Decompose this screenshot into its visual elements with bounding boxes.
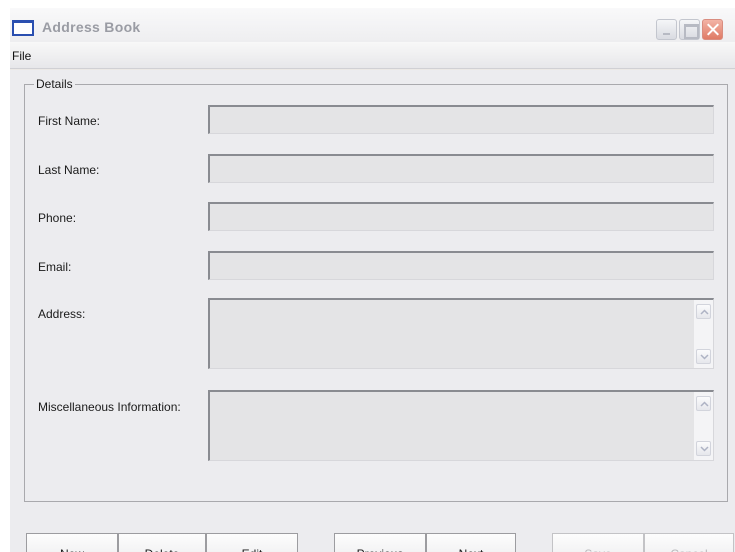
last-name-label: Last Name:	[38, 163, 100, 177]
address-book-window: Address Book File Details First Name: La…	[10, 8, 735, 552]
misc-info-textarea[interactable]	[208, 390, 714, 461]
previous-button[interactable]: Previous	[334, 533, 426, 552]
minimize-icon[interactable]	[656, 19, 677, 40]
email-label: Email:	[38, 260, 72, 274]
next-button[interactable]: Next	[426, 533, 516, 552]
save-button[interactable]: Save	[552, 533, 644, 552]
address-scrollbar[interactable]	[694, 300, 713, 368]
cancel-button[interactable]: Cancel	[644, 533, 734, 552]
misc-info-scrollbar[interactable]	[694, 392, 713, 460]
window-title: Address Book	[42, 19, 141, 35]
scroll-down-icon[interactable]	[696, 441, 711, 456]
phone-label: Phone:	[38, 211, 77, 225]
menu-bar: File	[10, 42, 735, 69]
menu-file[interactable]: File	[12, 49, 31, 63]
title-bar[interactable]: Address Book	[10, 8, 735, 42]
scroll-down-icon[interactable]	[696, 349, 711, 364]
scroll-up-icon[interactable]	[696, 396, 711, 411]
maximize-icon[interactable]	[679, 19, 700, 40]
edit-button[interactable]: Edit	[206, 533, 298, 552]
email-field[interactable]	[208, 251, 714, 280]
new-button[interactable]: New	[26, 533, 118, 552]
address-label: Address:	[38, 307, 86, 321]
first-name-field[interactable]	[208, 105, 714, 134]
first-name-label: First Name:	[38, 114, 101, 128]
close-icon[interactable]	[702, 19, 723, 40]
phone-field[interactable]	[208, 202, 714, 231]
delete-button[interactable]: Delete	[118, 533, 206, 552]
scroll-up-icon[interactable]	[696, 304, 711, 319]
app-window-icon	[12, 20, 34, 36]
address-textarea[interactable]	[208, 298, 714, 369]
details-legend: Details	[34, 77, 75, 91]
misc-info-label: Miscellaneous Information:	[38, 400, 181, 414]
main-content: Details First Name: Last Name: Phone: Em…	[10, 70, 735, 552]
last-name-field[interactable]	[208, 154, 714, 183]
